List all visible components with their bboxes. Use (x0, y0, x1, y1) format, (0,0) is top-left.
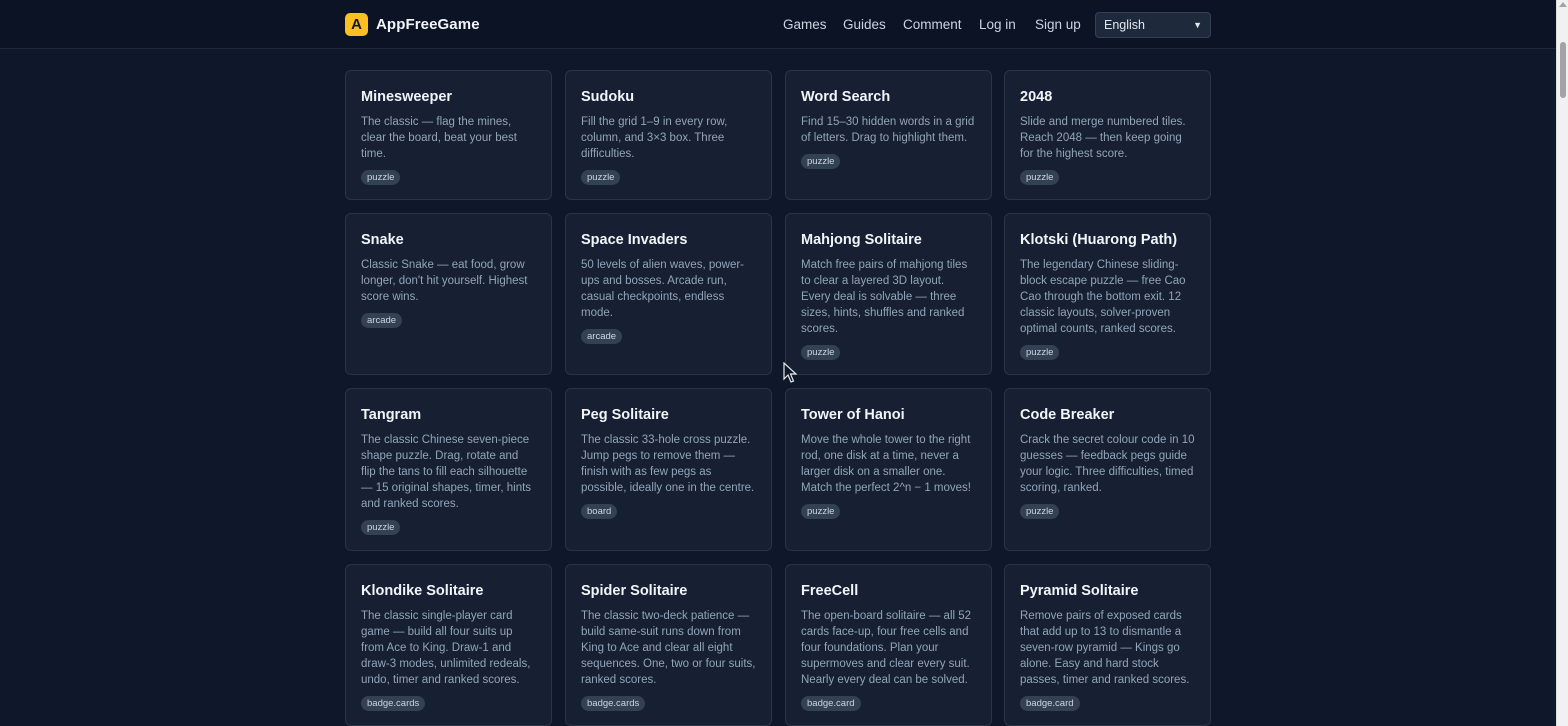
game-description: Fill the grid 1–9 in every row, column, … (581, 116, 728, 160)
brand-name: AppFreeGame (376, 16, 480, 33)
category-badge: board (581, 504, 618, 519)
game-description: The open-board solitaire — all 52 cards … (801, 610, 972, 686)
game-card[interactable]: Tangram The classic Chinese seven-piece s… (345, 388, 552, 551)
game-title: Word Search (801, 89, 891, 105)
nav-comment[interactable]: Comment (903, 17, 962, 32)
nav-guides[interactable]: Guides (843, 17, 886, 32)
category-badge: arcade (581, 329, 623, 344)
game-card[interactable]: Sudoku Fill the grid 1–9 in every row, co… (565, 70, 772, 200)
category-badge: badge.cards (581, 696, 646, 711)
mouse-cursor-icon (783, 362, 797, 383)
game-description: Match free pairs of mahjong tiles to cle… (801, 259, 968, 335)
game-card[interactable]: Code Breaker Crack the secret colour code… (1004, 388, 1211, 551)
game-description: The classic two-deck patience — build sa… (581, 610, 756, 686)
game-title: Sudoku (581, 89, 635, 105)
category-badge: puzzle (1020, 345, 1060, 360)
language-select-value: English (1104, 18, 1145, 32)
category-badge: badge.card (1020, 696, 1080, 711)
game-description: The legendary Chinese sliding-block esca… (1020, 259, 1186, 335)
category-badge: badge.cards (361, 696, 426, 711)
game-description: The classic 33-hole cross puzzle. Jump p… (581, 434, 755, 494)
category-badge: puzzle (801, 345, 841, 360)
category-badge: puzzle (801, 504, 841, 519)
brand[interactable]: A AppFreeGame (345, 13, 480, 36)
game-title: Klotski (Huarong Path) (1020, 232, 1178, 248)
game-description: The classic Chinese seven-piece shape pu… (361, 434, 532, 510)
game-title: Mahjong Solitaire (801, 232, 922, 248)
game-card[interactable]: Word Search Find 15–30 hidden words in a … (785, 70, 992, 200)
game-card[interactable]: Minesweeper The classic — flag the mines,… (345, 70, 552, 200)
game-description: Remove pairs of exposed cards that add u… (1020, 610, 1190, 686)
scroll-up-arrow-icon[interactable] (1559, 2, 1567, 7)
game-title: Pyramid Solitaire (1020, 583, 1139, 599)
game-card[interactable]: Spider Solitaire The classic two-deck pat… (565, 564, 772, 726)
game-description: Crack the secret colour code in 10 guess… (1020, 434, 1195, 494)
game-title: Tangram (361, 407, 422, 423)
category-badge: badge.card (801, 696, 861, 711)
game-card[interactable]: FreeCell The open-board solitaire — all 5… (785, 564, 992, 726)
category-badge: puzzle (581, 170, 621, 185)
game-description: The classic — flag the mines, clear the … (361, 116, 517, 160)
game-card[interactable]: Space Invaders 50 levels of alien waves, … (565, 213, 772, 375)
game-card[interactable]: Pyramid Solitaire Remove pairs of exposed… (1004, 564, 1211, 726)
game-title: Klondike Solitaire (361, 583, 484, 599)
category-badge: puzzle (361, 170, 401, 185)
game-description: Slide and merge numbered tiles. Reach 20… (1020, 116, 1186, 160)
scroll-thumb[interactable] (1560, 42, 1566, 98)
category-badge: puzzle (1020, 504, 1060, 519)
nav-games[interactable]: Games (783, 17, 827, 32)
brand-logo-icon: A (345, 13, 368, 36)
game-card[interactable]: Peg Solitaire The classic 33-hole cross p… (565, 388, 772, 551)
chevron-down-icon: ▼ (1193, 20, 1202, 30)
game-card[interactable]: Mahjong Solitaire Match free pairs of mah… (785, 213, 992, 375)
game-card[interactable]: Snake Classic Snake — eat food, grow long… (345, 213, 552, 375)
game-title: Space Invaders (581, 232, 688, 248)
game-description: 50 levels of alien waves, power-ups and … (581, 259, 744, 319)
game-card[interactable]: Tower of Hanoi Move the whole tower to th… (785, 388, 992, 551)
game-title: Minesweeper (361, 89, 453, 105)
game-title: Code Breaker (1020, 407, 1115, 423)
category-badge: puzzle (1020, 170, 1060, 185)
game-title: 2048 (1020, 89, 1053, 105)
game-title: Spider Solitaire (581, 583, 688, 599)
category-badge: puzzle (801, 154, 841, 169)
category-badge: puzzle (361, 520, 401, 535)
game-title: Snake (361, 232, 404, 248)
game-description: Find 15–30 hidden words in a grid of let… (801, 116, 975, 144)
site-header: A AppFreeGame Games Guides Comment Log i… (0, 0, 1556, 49)
game-description: The classic single-player card game — bu… (361, 610, 531, 686)
game-title: Tower of Hanoi (801, 407, 905, 423)
game-card[interactable]: Klondike Solitaire The classic single-pla… (345, 564, 552, 726)
nav-signup[interactable]: Sign up (1035, 17, 1081, 32)
game-card[interactable]: Klotski (Huarong Path) The legendary Chin… (1004, 213, 1211, 375)
category-badge: arcade (361, 313, 403, 328)
game-title: Peg Solitaire (581, 407, 669, 423)
language-select[interactable]: English ▼ (1095, 12, 1211, 38)
game-description: Classic Snake — eat food, grow longer, d… (361, 259, 528, 303)
game-description: Move the whole tower to the right rod, o… (801, 434, 971, 494)
game-card[interactable]: 2048 Slide and merge numbered tiles. Reac… (1004, 70, 1211, 200)
page-scrollbar[interactable] (1556, 0, 1568, 726)
nav-login[interactable]: Log in (979, 17, 1016, 32)
game-title: FreeCell (801, 583, 859, 599)
